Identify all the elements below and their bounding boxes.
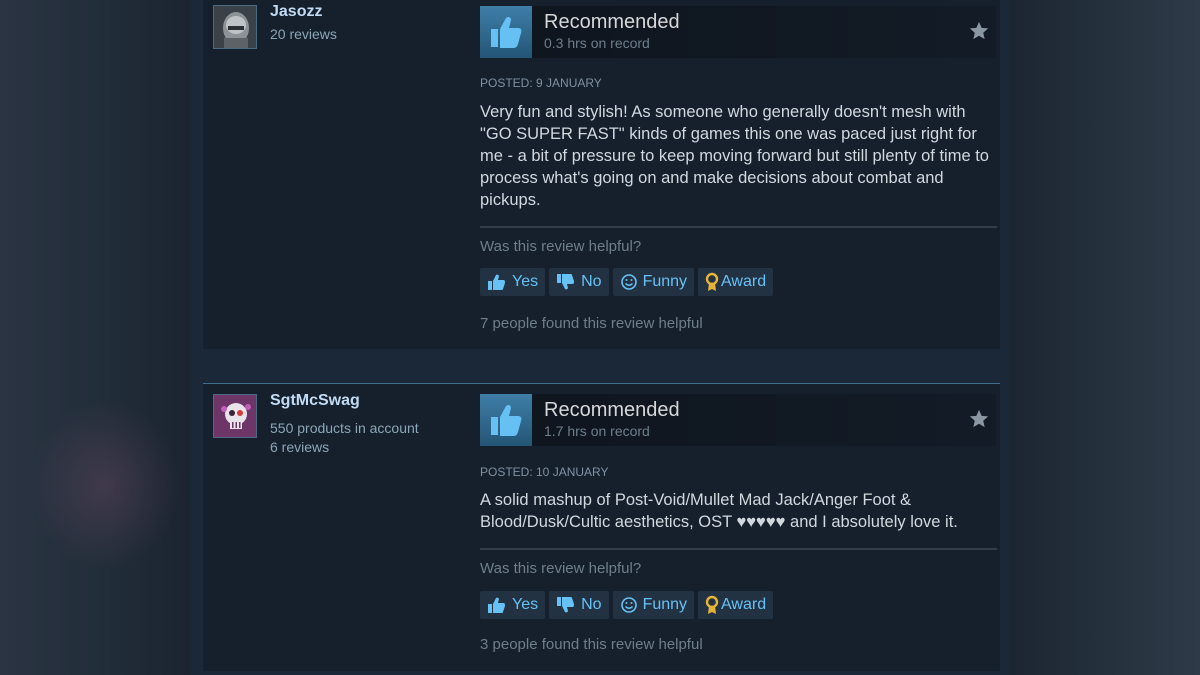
smiley-icon <box>620 273 638 291</box>
star-icon[interactable] <box>968 20 990 47</box>
award-ribbon-icon <box>705 272 719 292</box>
funny-label: Funny <box>642 273 688 290</box>
hours-on-record: 1.7 hrs on record <box>544 423 650 439</box>
divider <box>480 226 997 228</box>
thumbs-down-small-icon <box>556 273 576 291</box>
no-button[interactable]: No <box>549 591 609 619</box>
funny-button[interactable]: Funny <box>612 268 695 296</box>
thumbs-up-small-icon <box>487 273 507 291</box>
funny-label: Funny <box>642 596 688 613</box>
thumbs-up-icon <box>480 6 532 58</box>
posted-date: POSTED: 9 JANUARY <box>480 76 602 90</box>
helpful-question: Was this review helpful? <box>480 560 642 577</box>
award-button[interactable]: Award <box>698 591 774 619</box>
background-left-blur <box>0 0 190 675</box>
star-icon[interactable] <box>968 408 990 435</box>
award-label: Award <box>721 596 767 613</box>
rating-buttons: Yes No Funny Award <box>480 591 774 619</box>
vote-header: Recommended 0.3 hrs on record <box>480 6 996 58</box>
author-name[interactable]: Jasozz <box>270 3 322 21</box>
background-right-blur <box>1000 0 1200 675</box>
helpful-count: 7 people found this review helpful <box>480 315 703 332</box>
review-card: Jasozz 20 reviews Recommended 0.3 hrs on… <box>203 0 1000 349</box>
author-products-count[interactable]: 550 products in account <box>270 420 419 436</box>
award-label: Award <box>721 273 767 290</box>
no-button[interactable]: No <box>549 268 609 296</box>
review-text: Very fun and stylish! As someone who gen… <box>480 103 989 209</box>
smiley-icon <box>620 596 638 614</box>
avatar[interactable] <box>213 5 257 49</box>
award-ribbon-icon <box>705 595 719 615</box>
award-button[interactable]: Award <box>698 268 774 296</box>
avatar[interactable] <box>213 394 257 438</box>
review-text: A solid mashup of Post-Void/Mullet Mad J… <box>480 491 958 531</box>
rating-buttons: Yes No Funny Award <box>480 268 774 296</box>
helpful-count: 3 people found this review helpful <box>480 636 703 653</box>
yes-label: Yes <box>512 273 539 290</box>
vote-title[interactable]: Recommended <box>544 399 680 422</box>
helpful-question: Was this review helpful? <box>480 238 642 255</box>
no-label: No <box>581 273 602 290</box>
funny-button[interactable]: Funny <box>612 591 695 619</box>
no-label: No <box>581 596 602 613</box>
divider <box>480 548 997 550</box>
author-review-count[interactable]: 20 reviews <box>270 26 337 42</box>
hours-on-record: 0.3 hrs on record <box>544 35 650 51</box>
author-name[interactable]: SgtMcSwag <box>270 392 360 410</box>
vote-title[interactable]: Recommended <box>544 11 680 34</box>
thumbs-down-small-icon <box>556 596 576 614</box>
posted-date: POSTED: 10 JANUARY <box>480 465 609 479</box>
yes-button[interactable]: Yes <box>480 591 546 619</box>
yes-label: Yes <box>512 596 539 613</box>
author-review-count[interactable]: 6 reviews <box>270 439 329 455</box>
yes-button[interactable]: Yes <box>480 268 546 296</box>
thumbs-up-icon <box>480 394 532 446</box>
thumbs-up-small-icon <box>487 596 507 614</box>
review-card: SgtMcSwag 550 products in account 6 revi… <box>203 383 1000 671</box>
vote-header: Recommended 1.7 hrs on record <box>480 394 996 446</box>
